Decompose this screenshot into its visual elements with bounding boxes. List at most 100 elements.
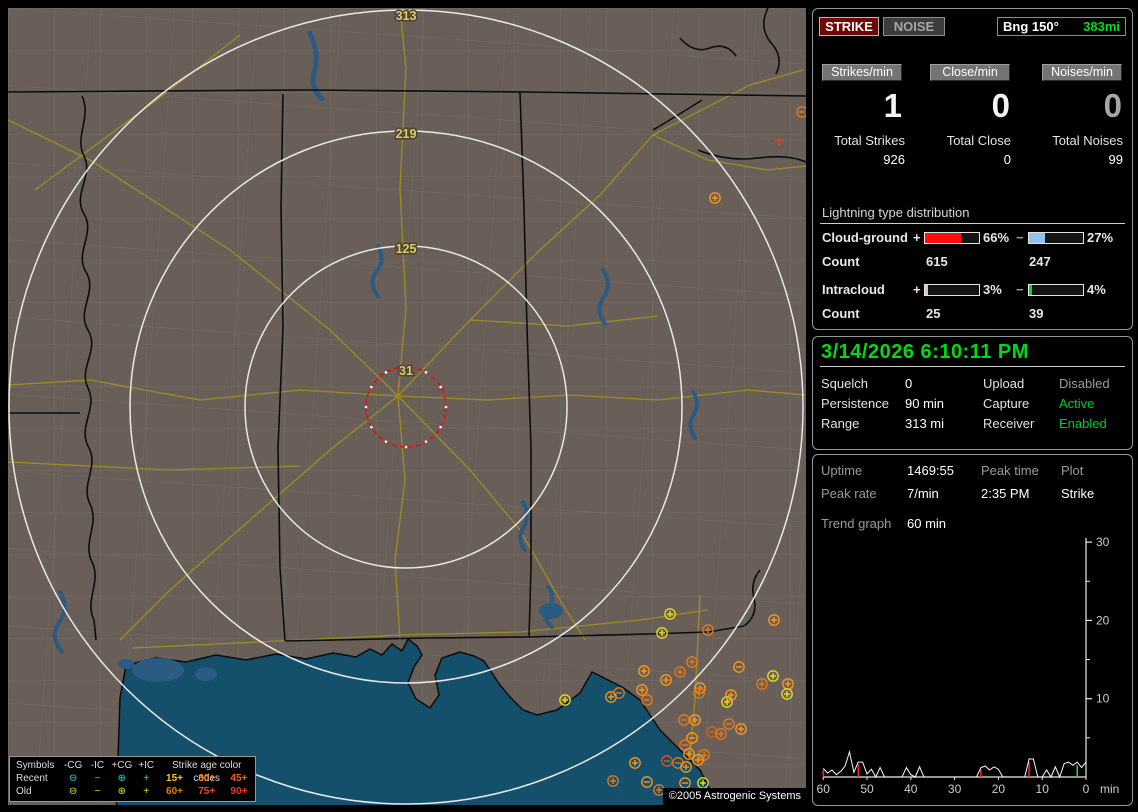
- noises-per-min-chip: Noises/min: [1042, 64, 1122, 81]
- old-plus-ic-icon: +: [143, 786, 150, 797]
- ic-count-label: Count: [822, 306, 860, 321]
- cg-minus-count: 247: [1029, 254, 1051, 269]
- noises-per-min-value: 0: [1103, 87, 1122, 124]
- range-label: Range: [821, 416, 860, 431]
- cg-count-label: Count: [822, 254, 860, 269]
- receiver-status: Enabled: [1059, 416, 1107, 431]
- recent-plus-ic-icon: +: [143, 773, 150, 784]
- total-close-value: 0: [1003, 152, 1011, 167]
- strike-button[interactable]: STRIKE: [819, 17, 879, 36]
- cg-plus-pct: 66%: [983, 230, 1010, 245]
- ic-plus-count: 25: [926, 306, 941, 321]
- ic-plus-bar: [924, 284, 980, 296]
- legend-old-row: Old ⊖ − ⊕ + 60+ 75+ 90+: [10, 785, 255, 798]
- bearing-label: Bng 150°: [1003, 19, 1059, 34]
- legend-title: Symbols: [16, 760, 55, 771]
- lightning-map[interactable]: 313 219 125 31 Symbols -CG -IC +CG +IC S…: [8, 8, 806, 805]
- peak-time-value: 2:35 PM: [981, 486, 1030, 501]
- plot-mode-value: Strike: [1061, 486, 1095, 501]
- svg-text:10: 10: [1036, 782, 1050, 796]
- cg-minus-sign: −: [1016, 230, 1024, 245]
- persistence-value: 90 min: [905, 396, 945, 411]
- legend-col-+ic: +IC: [138, 760, 155, 771]
- age-90: 90+: [230, 786, 248, 797]
- legend-recent-row: Recent ⊖ − ⊕ + 15+ 30+ 45+: [10, 772, 255, 785]
- trend-panel: Uptime 1469:55 Peak time Plot Peak rate …: [812, 454, 1133, 806]
- cg-minus-pct: 27%: [1087, 230, 1114, 245]
- age-45: 45+: [230, 773, 248, 784]
- close-per-min-chip: Close/min: [930, 64, 1010, 81]
- legend-old-label: Old: [16, 786, 32, 797]
- svg-text:30: 30: [948, 782, 962, 796]
- map-canvas: 313 219 125 31: [8, 8, 806, 805]
- ic-plus-sign: +: [913, 282, 921, 297]
- peak-time-label: Peak time: [981, 463, 1039, 478]
- counter-panel: STRIKE NOISE Bng 150° 383mi Strikes/min …: [812, 8, 1133, 330]
- recent-plus-cg-icon: ⊕: [117, 773, 127, 784]
- trend-graph-window: 60 min: [907, 516, 947, 531]
- svg-text:20: 20: [1096, 613, 1110, 627]
- intracloud-label: Intracloud: [822, 282, 885, 297]
- old-plus-cg-icon: ⊕: [117, 786, 127, 797]
- legend-col-+cg: +CG: [111, 760, 133, 771]
- ring-label-125: 125: [396, 242, 417, 256]
- strikes-per-min-chip: Strikes/min: [822, 64, 902, 81]
- capture-label: Capture: [983, 396, 1030, 411]
- range-value: 313 mi: [905, 416, 945, 431]
- svg-text:50: 50: [860, 782, 874, 796]
- recent-minus-ic-icon: −: [94, 773, 101, 784]
- trend-chart: 10 20 30 60 50 40 30 20 10 0 min: [817, 535, 1120, 796]
- age-60: 60+: [166, 786, 184, 797]
- age-30: 30+: [198, 773, 216, 784]
- cg-plus-sign: +: [913, 230, 921, 245]
- old-minus-cg-icon: ⊖: [68, 786, 78, 797]
- legend-col--cg: -CG: [63, 760, 83, 771]
- symbols-legend: Symbols -CG -IC +CG +IC Strike age color…: [9, 756, 256, 802]
- ic-plus-pct: 3%: [983, 282, 1002, 297]
- datetime-display: 3/14/2026 6:10:11 PM: [821, 341, 1029, 363]
- cloud-ground-label: Cloud-ground: [822, 230, 908, 245]
- upload-status: Disabled: [1059, 376, 1110, 391]
- svg-text:min: min: [1100, 782, 1119, 796]
- cg-minus-bar: [1028, 232, 1084, 244]
- total-noises-value: 99: [1108, 152, 1123, 167]
- cg-plus-count: 615: [926, 254, 948, 269]
- legend-col--ic: -IC: [90, 760, 105, 771]
- peak-rate-label: Peak rate: [821, 486, 877, 501]
- total-close-label: Total Close: [946, 133, 1011, 148]
- legend-age-title: Strike age color codes: [171, 760, 242, 784]
- legend-header-row: Symbols -CG -IC +CG +IC Strike age color…: [10, 759, 255, 784]
- svg-text:10: 10: [1096, 692, 1110, 706]
- ring-label-31: 31: [399, 364, 413, 378]
- persistence-label: Persistence: [821, 396, 889, 411]
- legend-recent-label: Recent: [16, 773, 48, 784]
- age-75: 75+: [198, 786, 216, 797]
- noise-button[interactable]: NOISE: [883, 17, 945, 36]
- ic-minus-sign: −: [1016, 282, 1024, 297]
- age-15: 15+: [166, 773, 184, 784]
- copyright-notice: ©2005 Astrogenic Systems: [662, 788, 806, 805]
- squelch-value: 0: [905, 376, 913, 391]
- uptime-value: 1469:55: [907, 463, 954, 478]
- svg-text:40: 40: [904, 782, 918, 796]
- ic-minus-bar: [1028, 284, 1084, 296]
- total-strikes-value: 926: [883, 152, 905, 167]
- ic-minus-count: 39: [1029, 306, 1044, 321]
- old-minus-ic-icon: −: [94, 786, 101, 797]
- bearing-readout: Bng 150° 383mi: [997, 17, 1126, 36]
- cg-plus-bar: [924, 232, 980, 244]
- ring-label-219: 219: [396, 127, 417, 141]
- total-strikes-label: Total Strikes: [834, 133, 905, 148]
- upload-label: Upload: [983, 376, 1025, 391]
- svg-text:0: 0: [1083, 782, 1090, 796]
- distribution-title: Lightning type distribution: [822, 205, 970, 220]
- squelch-label: Squelch: [821, 376, 868, 391]
- bearing-distance: 383mi: [1083, 19, 1120, 34]
- total-noises-label: Total Noises: [1052, 133, 1123, 148]
- receiver-label: Receiver: [983, 416, 1035, 431]
- status-panel: 3/14/2026 6:10:11 PM Squelch 0 Upload Di…: [812, 336, 1133, 450]
- svg-text:20: 20: [992, 782, 1006, 796]
- uptime-label: Uptime: [821, 463, 863, 478]
- close-per-min-value: 0: [991, 87, 1010, 124]
- svg-text:60: 60: [817, 782, 831, 796]
